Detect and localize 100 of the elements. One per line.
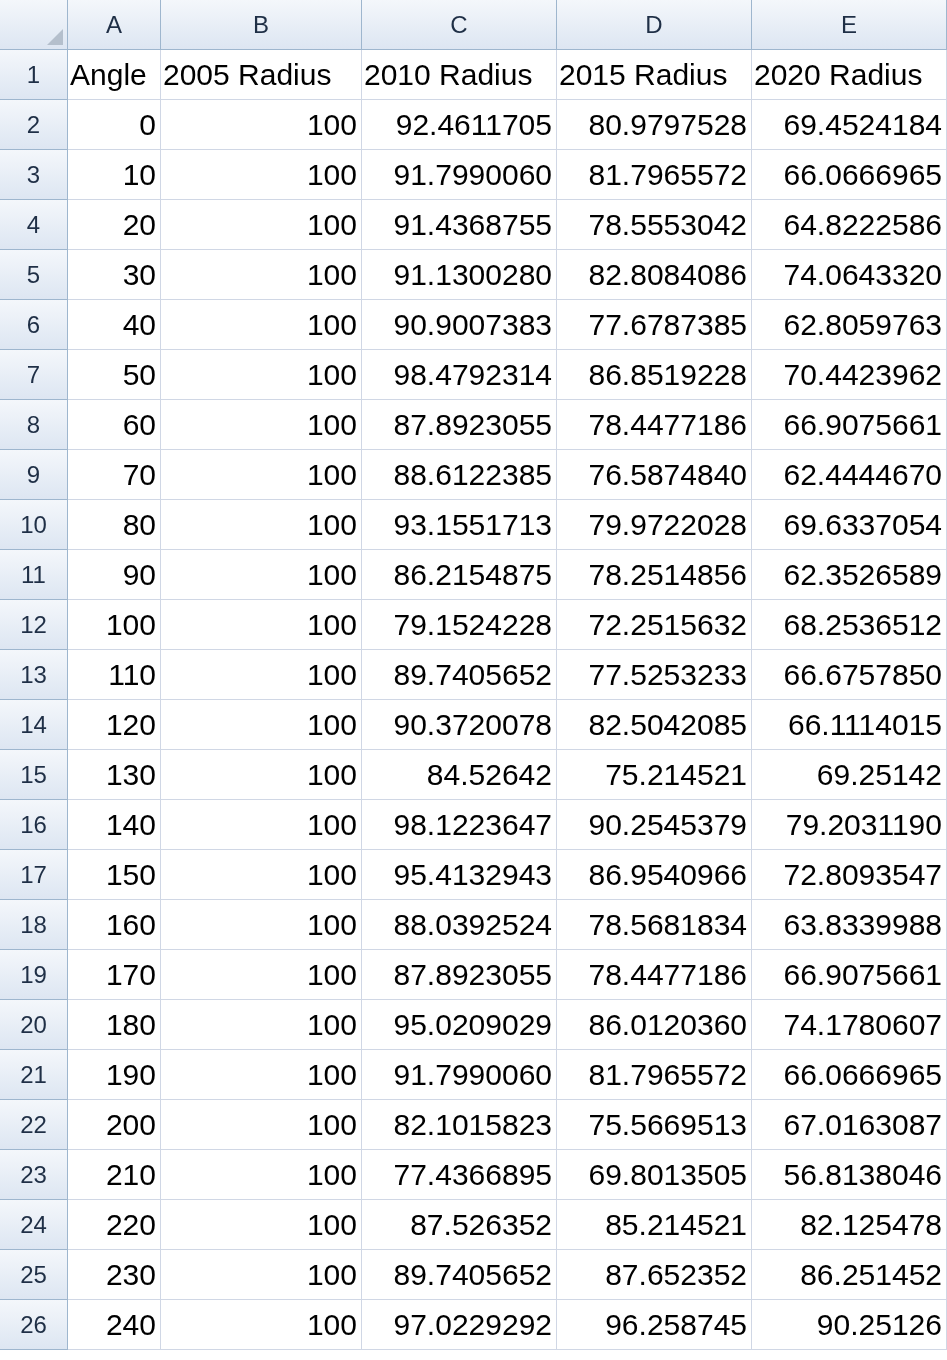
table-cell: 78.4477186 <box>557 400 752 450</box>
row-header[interactable]: 14 <box>0 700 68 750</box>
table-cell: 90.3720078 <box>362 700 557 750</box>
table-cell: 62.4444670 <box>752 450 947 500</box>
table-cell: 77.6787385 <box>557 300 752 350</box>
table-cell: 78.5553042 <box>557 200 752 250</box>
table-cell: 79.1524228 <box>362 600 557 650</box>
table-cell: 110 <box>68 650 161 700</box>
select-all-corner[interactable] <box>0 0 68 50</box>
table-cell: 78.2514856 <box>557 550 752 600</box>
row-header[interactable]: 12 <box>0 600 68 650</box>
table-cell: 70.4423962 <box>752 350 947 400</box>
table-cell: 74.1780607 <box>752 1000 947 1050</box>
row-header[interactable]: 26 <box>0 1300 68 1350</box>
table-cell: 40 <box>68 300 161 350</box>
column-header[interactable]: E <box>752 0 947 50</box>
table-cell: 62.3526589 <box>752 550 947 600</box>
column-header[interactable]: B <box>161 0 362 50</box>
row-header[interactable]: 5 <box>0 250 68 300</box>
row-header[interactable]: 22 <box>0 1100 68 1150</box>
row-header[interactable]: 2 <box>0 100 68 150</box>
row-header[interactable]: 4 <box>0 200 68 250</box>
table-cell: 66.6757850 <box>752 650 947 700</box>
table-cell: 78.4477186 <box>557 950 752 1000</box>
table-cell: 100 <box>161 1250 362 1300</box>
table-cell: 63.8339988 <box>752 900 947 950</box>
table-cell: 87.652352 <box>557 1250 752 1300</box>
table-cell: 74.0643320 <box>752 250 947 300</box>
table-cell: 210 <box>68 1150 161 1200</box>
row-header[interactable]: 7 <box>0 350 68 400</box>
table-cell: 82.1015823 <box>362 1100 557 1150</box>
table-cell: 100 <box>161 1200 362 1250</box>
row-header[interactable]: 17 <box>0 850 68 900</box>
row-header[interactable]: 21 <box>0 1050 68 1100</box>
table-cell: 150 <box>68 850 161 900</box>
row-header[interactable]: 6 <box>0 300 68 350</box>
triangle-icon <box>47 29 63 45</box>
table-cell: 60 <box>68 400 161 450</box>
table-cell: 97.0229292 <box>362 1300 557 1350</box>
table-cell: 91.4368755 <box>362 200 557 250</box>
row-header[interactable]: 16 <box>0 800 68 850</box>
table-cell: 95.4132943 <box>362 850 557 900</box>
table-cell: 100 <box>161 900 362 950</box>
table-cell: 80.9797528 <box>557 100 752 150</box>
table-cell: 100 <box>161 300 362 350</box>
table-cell: 100 <box>161 400 362 450</box>
column-header[interactable]: A <box>68 0 161 50</box>
table-cell: 66.1114015 <box>752 700 947 750</box>
table-cell: 89.7405652 <box>362 650 557 700</box>
table-cell: 79.2031190 <box>752 800 947 850</box>
row-header[interactable]: 24 <box>0 1200 68 1250</box>
table-cell: 98.1223647 <box>362 800 557 850</box>
table-cell: 190 <box>68 1050 161 1100</box>
table-cell: 93.1551713 <box>362 500 557 550</box>
row-header[interactable]: 25 <box>0 1250 68 1300</box>
table-cell: 100 <box>68 600 161 650</box>
table-cell: 66.9075661 <box>752 400 947 450</box>
table-cell: 86.251452 <box>752 1250 947 1300</box>
table-cell: 72.8093547 <box>752 850 947 900</box>
row-header[interactable]: 10 <box>0 500 68 550</box>
table-cell: 2020 Radius <box>752 50 947 100</box>
table-cell: 140 <box>68 800 161 850</box>
row-header[interactable]: 13 <box>0 650 68 700</box>
table-cell: 2010 Radius <box>362 50 557 100</box>
row-header[interactable]: 3 <box>0 150 68 200</box>
column-header[interactable]: D <box>557 0 752 50</box>
table-cell: 84.52642 <box>362 750 557 800</box>
table-cell: 230 <box>68 1250 161 1300</box>
table-cell: 76.5874840 <box>557 450 752 500</box>
row-header[interactable]: 15 <box>0 750 68 800</box>
table-cell: 50 <box>68 350 161 400</box>
row-header[interactable]: 19 <box>0 950 68 1000</box>
row-header[interactable]: 8 <box>0 400 68 450</box>
table-cell: 78.5681834 <box>557 900 752 950</box>
table-cell: 56.8138046 <box>752 1150 947 1200</box>
table-cell: 100 <box>161 450 362 500</box>
table-cell: 100 <box>161 650 362 700</box>
table-cell: 100 <box>161 1050 362 1100</box>
table-cell: 77.4366895 <box>362 1150 557 1200</box>
table-cell: 67.0163087 <box>752 1100 947 1150</box>
table-cell: 100 <box>161 1150 362 1200</box>
row-header[interactable]: 23 <box>0 1150 68 1200</box>
table-cell: 100 <box>161 950 362 1000</box>
table-cell: 160 <box>68 900 161 950</box>
column-header[interactable]: C <box>362 0 557 50</box>
table-cell: 66.0666965 <box>752 150 947 200</box>
table-cell: 91.7990060 <box>362 1050 557 1100</box>
table-cell: 79.9722028 <box>557 500 752 550</box>
table-cell: 100 <box>161 700 362 750</box>
table-cell: 69.6337054 <box>752 500 947 550</box>
table-cell: 75.214521 <box>557 750 752 800</box>
table-cell: 240 <box>68 1300 161 1350</box>
row-header[interactable]: 20 <box>0 1000 68 1050</box>
table-cell: 70 <box>68 450 161 500</box>
row-header[interactable]: 9 <box>0 450 68 500</box>
table-cell: 86.8519228 <box>557 350 752 400</box>
row-header[interactable]: 11 <box>0 550 68 600</box>
table-cell: 82.5042085 <box>557 700 752 750</box>
row-header[interactable]: 1 <box>0 50 68 100</box>
row-header[interactable]: 18 <box>0 900 68 950</box>
